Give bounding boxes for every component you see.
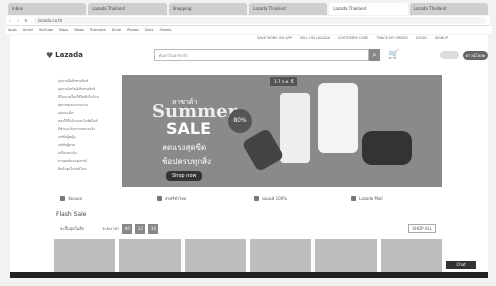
tab-3[interactable]: Shopping xyxy=(168,3,247,15)
category-item[interactable]: สินค้าอุปโภคบริโภค xyxy=(54,165,118,173)
category-item[interactable]: แม่และเด็ก xyxy=(54,109,118,117)
bookmark-item[interactable]: Maps xyxy=(59,26,68,34)
search-input[interactable]: ค้นหาในลาซาด้า xyxy=(153,49,369,61)
top-link[interactable]: LOGIN xyxy=(416,35,427,42)
flash-sale-ends-label: จะสิ้นสุดในอีก xyxy=(60,226,85,231)
logo-heart-icon: ♥ xyxy=(46,50,54,60)
site-header: ♥ Lazada ค้นหาในลาซาด้า ⌕ 🛒 ดาวน์โหลด xyxy=(10,42,488,68)
feature-icon xyxy=(60,195,65,201)
bookmark-item[interactable]: Photos xyxy=(127,26,139,34)
top-link[interactable]: SAVE MORE ON APP xyxy=(257,35,292,42)
feature-item[interactable]: ของแท้ 100% xyxy=(248,192,345,204)
tab-1[interactable]: Inbox xyxy=(8,3,87,15)
bookmark-item[interactable]: Apps xyxy=(8,26,17,34)
category-item[interactable]: กีฬาและกิจกรรมกลางแจ้ง xyxy=(54,125,118,133)
timer-seconds: 34 xyxy=(148,223,159,234)
category-item[interactable]: อุปกรณ์อิเล็กทรอนิกส์ xyxy=(54,77,118,85)
tab-6[interactable]: Lazada Thailand xyxy=(409,3,488,15)
top-link[interactable]: CUSTOMER CARE xyxy=(338,35,368,42)
product-card[interactable] xyxy=(380,239,442,275)
cart-icon[interactable]: 🛒 xyxy=(388,50,399,60)
shop-all-button[interactable]: SHOP ALL xyxy=(408,224,436,233)
site-logo[interactable]: ♥ Lazada xyxy=(10,51,114,60)
feature-item[interactable]: Lazada Mall xyxy=(345,192,442,204)
category-item[interactable]: แฟชั่นผู้ชาย xyxy=(54,141,118,149)
chat-button[interactable]: Chat xyxy=(446,261,476,269)
category-item[interactable]: สุขภาพและความงาม xyxy=(54,101,118,109)
flash-sale-products xyxy=(54,239,442,275)
feature-label: Lazada Mall xyxy=(359,195,383,201)
bookmarks-bar: Apps Gmail YouTube Maps News Translate D… xyxy=(6,26,492,34)
category-item[interactable]: ยานยนต์และอุปกรณ์ xyxy=(54,157,118,165)
bookmark-item[interactable]: Drive xyxy=(112,26,121,34)
app-download-button[interactable]: ดาวน์โหลด xyxy=(462,50,488,60)
address-bar: ‹ › ↻ lazada.co.th xyxy=(6,16,490,26)
category-item[interactable]: ของใช้ในบ้านและไลฟ์สไตล์ xyxy=(54,117,118,125)
product-card[interactable] xyxy=(184,239,246,275)
forward-icon[interactable]: › xyxy=(14,18,22,23)
banner-shop-button[interactable]: Shop now xyxy=(166,171,203,181)
reload-icon[interactable]: ↻ xyxy=(22,18,30,23)
product-card[interactable] xyxy=(249,239,312,275)
category-item[interactable]: เครื่องประดับ xyxy=(54,149,118,157)
banner-line-1: ลดแรงสุดขีด xyxy=(162,143,207,152)
product-card[interactable] xyxy=(315,239,377,275)
top-link[interactable]: TRACK MY ORDER xyxy=(376,35,407,42)
bookmark-item[interactable]: News xyxy=(74,26,83,34)
bookmark-item[interactable]: YouTube xyxy=(39,26,53,34)
top-links: SAVE MORE ON APP SELL ON LAZADA CUSTOMER… xyxy=(10,35,488,42)
url-input[interactable]: lazada.co.th xyxy=(34,17,486,24)
bookmark-item[interactable]: Translate xyxy=(90,26,106,34)
product-bottle-image xyxy=(280,93,310,163)
feature-label: ของแท้ 100% xyxy=(262,195,288,201)
web-page: SAVE MORE ON APP SELL ON LAZADA CUSTOMER… xyxy=(10,35,488,275)
feature-label: ส่งฟรีทั่วไทย xyxy=(165,195,187,201)
feature-item[interactable]: ช้อปเลย xyxy=(54,192,151,204)
summer-sale-banner[interactable]: 1-7 ก.ค. นี้ ลาซาด้า Summer SALE 80% ลดแ… xyxy=(122,75,442,187)
back-icon[interactable]: ‹ xyxy=(6,18,14,23)
timer-minutes: 12 xyxy=(135,223,146,234)
category-item[interactable]: อุปกรณ์เสริมอิเล็กทรอนิกส์ xyxy=(54,85,118,93)
category-sidebar: อุปกรณ์อิเล็กทรอนิกส์ อุปกรณ์เสริมอิเล็ก… xyxy=(54,75,118,189)
air-purifier-image xyxy=(318,83,358,153)
banner-sale-text: SALE xyxy=(166,119,212,138)
feature-item[interactable]: ส่งฟรีทั่วไทย xyxy=(151,192,248,204)
promo-badge[interactable] xyxy=(439,51,459,59)
timer-hours: 00 xyxy=(122,223,133,234)
taskbar xyxy=(10,272,488,278)
logo-text: Lazada xyxy=(55,51,83,59)
feature-icon xyxy=(254,195,259,201)
top-link[interactable]: SELL ON LAZADA xyxy=(300,35,330,42)
category-item[interactable]: ทีวีและเครื่องใช้ไฟฟ้าในบ้าน xyxy=(54,93,118,101)
banner-percent-badge: 80% xyxy=(228,109,252,133)
product-card[interactable] xyxy=(119,239,181,275)
tab-active[interactable]: Lazada Thailand xyxy=(329,3,408,15)
flash-sale-title: Flash Sale xyxy=(56,211,87,218)
bookmark-item[interactable]: Docs xyxy=(145,26,154,34)
product-card[interactable] xyxy=(54,239,116,275)
feature-label: ช้อปเลย xyxy=(68,195,82,201)
banner-date-badge: 1-7 ก.ค. นี้ xyxy=(270,77,298,86)
tab-strip: Inbox Lazada Thailand Shopping Lazada Th… xyxy=(8,3,488,17)
flash-sale-bar: จะสิ้นสุดในอีก ระยะเวลา 00 12 34 SHOP AL… xyxy=(54,222,442,235)
flash-sale-time-label: ระยะเวลา xyxy=(102,226,120,231)
category-item[interactable]: แฟชั่นผู้หญิง xyxy=(54,133,118,141)
top-link[interactable]: SIGNUP xyxy=(435,35,448,42)
sandal-image xyxy=(362,131,412,165)
feature-icon xyxy=(157,195,162,201)
hero-section: อุปกรณ์อิเล็กทรอนิกส์ อุปกรณ์เสริมอิเล็ก… xyxy=(54,75,442,189)
search-icon[interactable]: ⌕ xyxy=(368,49,381,61)
tab-2[interactable]: Lazada Thailand xyxy=(88,3,167,15)
banner-line-2: ช้อปครบทุกสิ่ง xyxy=(162,157,211,166)
feature-icon xyxy=(351,195,356,201)
bookmark-item[interactable]: Gmail xyxy=(23,26,33,34)
bookmark-item[interactable]: Sheets xyxy=(159,26,171,34)
tab-4[interactable]: Lazada Thailand xyxy=(248,3,328,15)
browser-window: Inbox Lazada Thailand Shopping Lazada Th… xyxy=(0,0,496,286)
feature-strip: ช้อปเลย ส่งฟรีทั่วไทย ของแท้ 100% Lazada… xyxy=(54,192,442,204)
dumbbell-image xyxy=(241,127,285,173)
